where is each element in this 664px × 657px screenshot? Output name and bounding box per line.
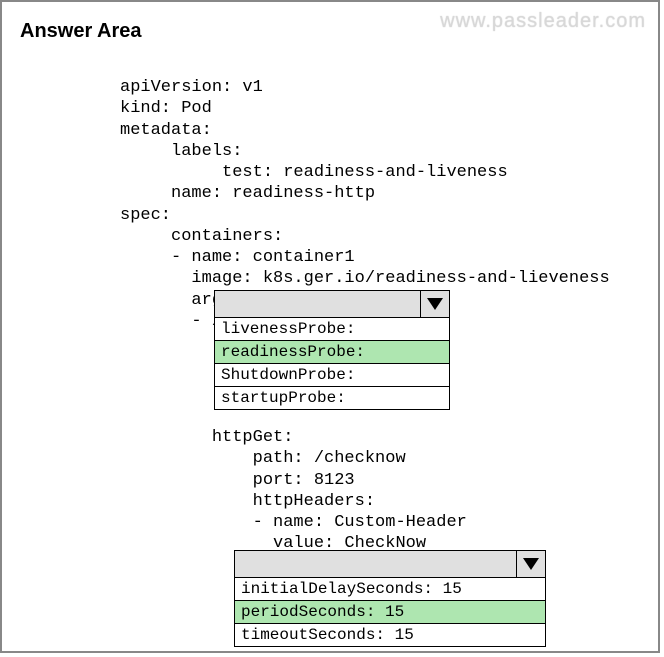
dropdown-option[interactable]: ShutdownProbe: bbox=[215, 364, 449, 387]
dropdown-options-list: livenessProbe: readinessProbe: ShutdownP… bbox=[214, 318, 450, 410]
dropdown-options-list: initialDelaySeconds: 15 periodSeconds: 1… bbox=[234, 578, 546, 647]
dropdown-option-selected[interactable]: readinessProbe: bbox=[215, 341, 449, 364]
dropdown-option[interactable]: startupProbe: bbox=[215, 387, 449, 409]
dropdown-option-selected[interactable]: periodSeconds: 15 bbox=[235, 601, 545, 624]
dropdown-option[interactable]: livenessProbe: bbox=[215, 318, 449, 341]
chevron-down-icon bbox=[523, 558, 539, 570]
yaml-block-middle: httpGet: path: /checknow port: 8123 http… bbox=[120, 427, 467, 555]
dropdown-arrow-box[interactable] bbox=[516, 551, 545, 577]
dropdown-option[interactable]: timeoutSeconds: 15 bbox=[235, 624, 545, 646]
dropdown-header[interactable] bbox=[214, 290, 450, 318]
dropdown-option[interactable]: initialDelaySeconds: 15 bbox=[235, 578, 545, 601]
section-title: Answer Area bbox=[20, 20, 142, 43]
dropdown-arrow-box[interactable] bbox=[420, 291, 449, 317]
timing-dropdown[interactable]: initialDelaySeconds: 15 periodSeconds: 1… bbox=[234, 550, 546, 647]
probe-type-dropdown[interactable]: livenessProbe: readinessProbe: ShutdownP… bbox=[214, 290, 450, 410]
dropdown-header[interactable] bbox=[234, 550, 546, 578]
chevron-down-icon bbox=[427, 298, 443, 310]
